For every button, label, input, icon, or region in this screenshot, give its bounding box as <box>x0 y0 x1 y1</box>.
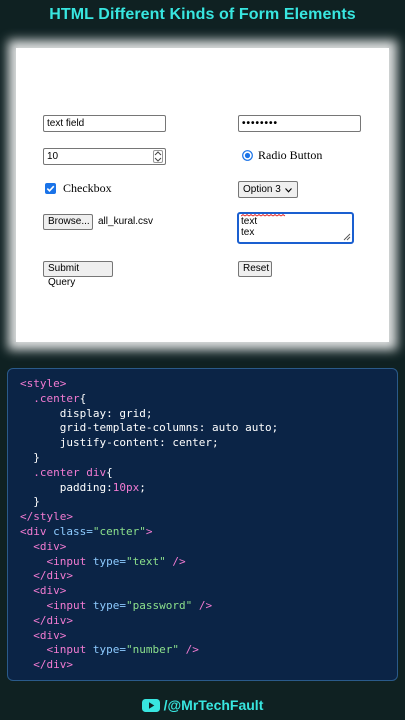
code-token: <div> <box>33 584 67 598</box>
code-token: justify-content: center; <box>20 436 219 450</box>
code-token: { <box>106 465 113 479</box>
code-token: </div> <box>33 658 73 672</box>
form-preview: text field 10 Checkbox Browse... all_kur… <box>16 48 389 342</box>
code-token: <div> <box>33 628 67 642</box>
code-token: "number" <box>125 643 179 657</box>
checkbox-checked-icon[interactable] <box>45 183 56 194</box>
code-line: justify-content: center; <box>20 436 397 451</box>
code-token: grid-template-columns: auto auto; <box>20 421 279 435</box>
channel-footer: /@MrTechFault <box>0 697 405 713</box>
code-token: "center" <box>92 524 146 538</box>
number-input[interactable]: 10 <box>43 148 166 165</box>
chevron-down-icon <box>285 188 292 193</box>
code-token: </div> <box>33 613 73 627</box>
code-line: .center div{ <box>20 466 397 481</box>
code-line: .center{ <box>20 392 397 407</box>
code-line: <style> <box>20 377 397 392</box>
code-token: /> <box>192 598 213 612</box>
code-token: display: grid; <box>20 406 153 420</box>
code-token: > <box>145 524 153 538</box>
option-select[interactable]: Option 3 <box>238 181 298 198</box>
code-token: <div <box>20 524 54 538</box>
reset-button[interactable]: Reset <box>238 261 272 277</box>
code-token: class= <box>53 524 93 538</box>
youtube-icon <box>141 699 160 712</box>
code-token: <style> <box>20 377 67 390</box>
code-line: } <box>20 495 397 510</box>
code-token: "text" <box>125 554 166 568</box>
code-token: ; <box>139 480 146 494</box>
code-line: <div> <box>20 629 397 644</box>
code-line: display: grid; <box>20 407 397 422</box>
file-name: all_kural.csv <box>98 216 154 227</box>
text-input[interactable]: text field <box>43 115 166 132</box>
code-token: "password" <box>125 598 193 612</box>
code-token: } <box>20 450 40 464</box>
code-line: <div class="center"> <box>20 525 397 540</box>
radio-label: Radio Button <box>258 148 323 162</box>
page-title: HTML Different Kinds of Form Elements <box>49 6 356 23</box>
code-token: } <box>20 495 40 509</box>
code-line: <input type="password" /> <box>20 599 397 614</box>
code-token: </div> <box>33 569 73 583</box>
code-line: <div> <box>20 540 397 555</box>
code-token: type= <box>92 643 126 657</box>
code-token: <input <box>46 554 93 568</box>
number-stepper[interactable] <box>153 150 163 163</box>
code-line: </div> <box>20 569 397 584</box>
select-value: Option 3 <box>243 184 281 195</box>
stepper-arrows-icon <box>154 151 162 162</box>
code-token: padding: <box>20 480 113 494</box>
code-line: </div> <box>20 658 397 673</box>
code-snippet: <style> .center{ display: grid; grid-tem… <box>7 368 398 681</box>
code-token: <input <box>46 598 93 612</box>
radio-selected-icon[interactable] <box>242 150 253 161</box>
code-token: /> <box>165 554 186 568</box>
spellcheck-underline <box>241 214 286 217</box>
browse-button[interactable]: Browse... <box>43 214 93 230</box>
code-line: padding:10px; <box>20 481 397 496</box>
code-token: 10px <box>112 480 140 494</box>
number-value: 10 <box>47 151 59 162</box>
submit-button[interactable]: Submit Query <box>43 261 113 288</box>
code-token: .center div <box>33 465 107 479</box>
code-line: <input type="text" /> <box>20 555 397 570</box>
textarea[interactable]: text tex <box>237 212 354 244</box>
code-token: { <box>79 391 87 405</box>
code-line: </style> <box>20 510 397 525</box>
code-token: <input <box>46 643 93 657</box>
code-line: <input type="number" /> <box>20 643 397 658</box>
code-token: <div> <box>33 539 67 553</box>
password-input[interactable]: •••••••• <box>238 115 361 132</box>
code-line: </div> <box>20 614 397 629</box>
code-token: .center <box>33 391 80 405</box>
textarea-text: text tex <box>241 216 258 238</box>
code-token: </style> <box>20 510 73 524</box>
code-line: grid-template-columns: auto auto; <box>20 421 397 436</box>
channel-handle: /@MrTechFault <box>163 697 264 713</box>
code-line: } <box>20 451 397 466</box>
code-token: /> <box>178 643 199 657</box>
checkbox-label: Checkbox <box>63 181 112 195</box>
code-token: type= <box>92 598 126 612</box>
resize-handle-icon[interactable] <box>343 233 351 241</box>
code-line: <div> <box>20 584 397 599</box>
code-token: type= <box>92 554 126 568</box>
